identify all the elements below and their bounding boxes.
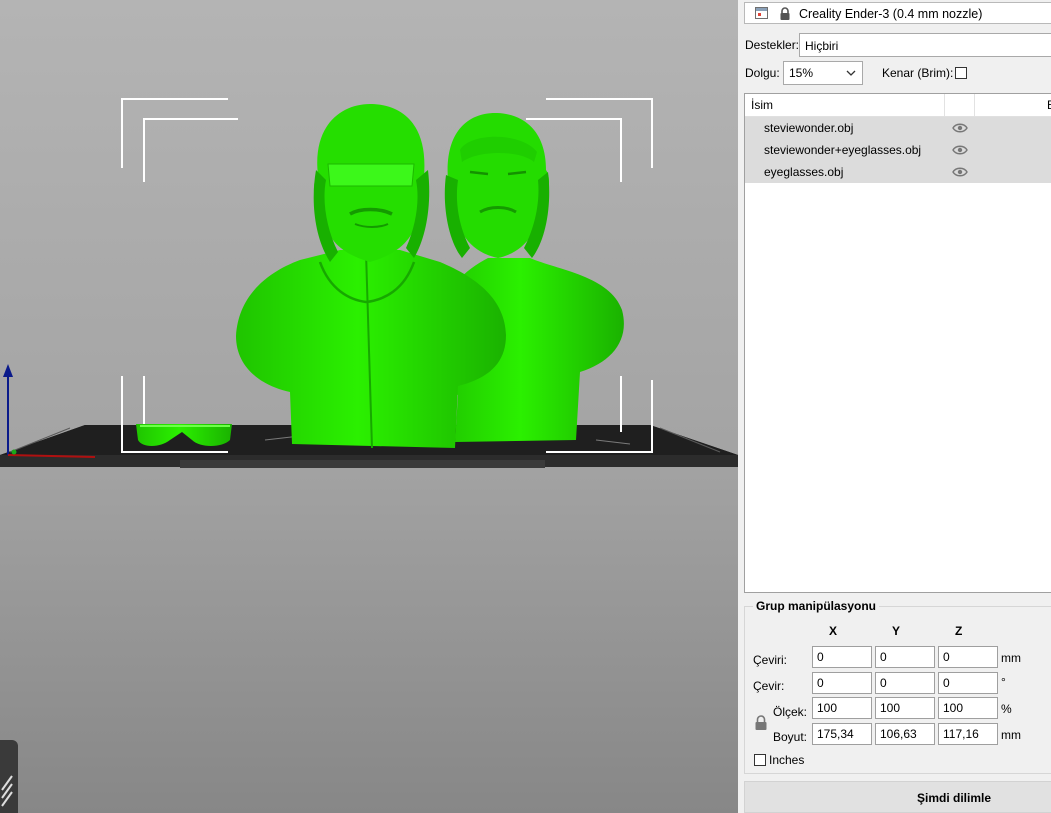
- translate-x-value: 0: [817, 650, 824, 664]
- printer-selector[interactable]: Creality Ender-3 (0.4 mm nozzle): [744, 2, 1051, 24]
- scale-x-input[interactable]: 100: [812, 697, 872, 719]
- printer-icon: [755, 7, 768, 19]
- object-name: eyeglasses.obj: [764, 165, 844, 179]
- slice-now-label: Şimdi dilimle: [917, 791, 992, 805]
- scale-label: Ölçek:: [773, 705, 808, 719]
- axis-y-label: Y: [892, 624, 901, 638]
- object-name: steviewonder+eyeglasses.obj: [764, 143, 922, 157]
- supports-label: Destekler:: [745, 38, 800, 52]
- column-name-header[interactable]: İsim: [751, 98, 773, 112]
- list-item[interactable]: steviewonder.obj: [745, 117, 1051, 139]
- size-label: Boyut:: [773, 730, 808, 744]
- rotate-z-input[interactable]: 0: [938, 672, 998, 694]
- rotate-x-input[interactable]: 0: [812, 672, 872, 694]
- scale-unit: %: [1001, 702, 1012, 716]
- infill-value: 15%: [789, 66, 814, 80]
- rotate-y-value: 0: [880, 676, 887, 690]
- scale-y-value: 100: [880, 701, 901, 715]
- list-item[interactable]: steviewonder+eyeglasses.obj: [745, 139, 1051, 161]
- 3d-viewport[interactable]: [0, 0, 738, 813]
- scale-x-value: 100: [817, 701, 838, 715]
- size-x-value: 175,34: [817, 727, 854, 741]
- supports-value: Hiçbiri: [805, 39, 839, 53]
- stripes-icon: [1, 775, 13, 807]
- printer-name: Creality Ender-3 (0.4 mm nozzle): [799, 7, 983, 21]
- eye-icon[interactable]: [952, 166, 968, 178]
- size-z-input[interactable]: 117,16: [938, 723, 998, 745]
- translate-z-value: 0: [943, 650, 950, 664]
- translate-y-input[interactable]: 0: [875, 646, 935, 668]
- list-item[interactable]: eyeglasses.obj: [745, 161, 1051, 183]
- size-y-value: 106,63: [880, 727, 917, 741]
- slice-now-button[interactable]: Şimdi dilimle: [744, 781, 1051, 813]
- axis-x-label: X: [829, 624, 838, 638]
- rotate-label: Çevir:: [753, 679, 785, 693]
- rotate-x-value: 0: [817, 676, 824, 690]
- scale-lock-icon[interactable]: [754, 715, 768, 731]
- rotate-y-input[interactable]: 0: [875, 672, 935, 694]
- size-unit: mm: [1001, 728, 1021, 742]
- infill-label: Dolgu:: [745, 66, 780, 80]
- scene-canvas[interactable]: [0, 0, 738, 813]
- size-z-value: 117,16: [943, 727, 979, 741]
- group-title: Grup manipülasyonu: [753, 599, 880, 613]
- chevron-down-icon: [846, 70, 856, 76]
- inches-checkbox[interactable]: [754, 754, 766, 766]
- brim-label: Kenar (Brim):: [882, 66, 954, 80]
- translate-label: Çeviri:: [753, 653, 788, 667]
- group-manipulation-box: Grup manipülasyonu X Y Z Çeviri: 0 0 0 m…: [744, 599, 1051, 774]
- scale-y-input[interactable]: 100: [875, 697, 935, 719]
- rotate-unit: °: [1001, 675, 1006, 689]
- object-name: steviewonder.obj: [764, 121, 854, 135]
- translate-x-input[interactable]: 0: [812, 646, 872, 668]
- translate-z-input[interactable]: 0: [938, 646, 998, 668]
- column-trailing-header[interactable]: E: [1047, 98, 1051, 112]
- rotate-z-value: 0: [943, 676, 950, 690]
- tool-stub-button[interactable]: [0, 740, 18, 813]
- size-x-input[interactable]: 175,34: [812, 723, 872, 745]
- infill-select[interactable]: 15%: [783, 61, 863, 85]
- inches-label: Inches: [769, 753, 805, 767]
- supports-select[interactable]: Hiçbiri: [799, 33, 1051, 57]
- lock-icon: [780, 7, 790, 20]
- object-list-header: İsim E: [745, 94, 1051, 117]
- eye-icon[interactable]: [952, 122, 968, 134]
- translate-y-value: 0: [880, 650, 887, 664]
- settings-panel: Creality Ender-3 (0.4 mm nozzle) Destekl…: [738, 0, 1051, 813]
- translate-unit: mm: [1001, 651, 1021, 665]
- scale-z-input[interactable]: 100: [938, 697, 998, 719]
- eye-icon[interactable]: [952, 144, 968, 156]
- axis-z-label: Z: [955, 624, 963, 638]
- brim-checkbox[interactable]: [955, 67, 967, 79]
- size-y-input[interactable]: 106,63: [875, 723, 935, 745]
- scale-z-value: 100: [943, 701, 964, 715]
- object-list[interactable]: İsim E steviewonder.obj steviewonder+eye…: [744, 93, 1051, 593]
